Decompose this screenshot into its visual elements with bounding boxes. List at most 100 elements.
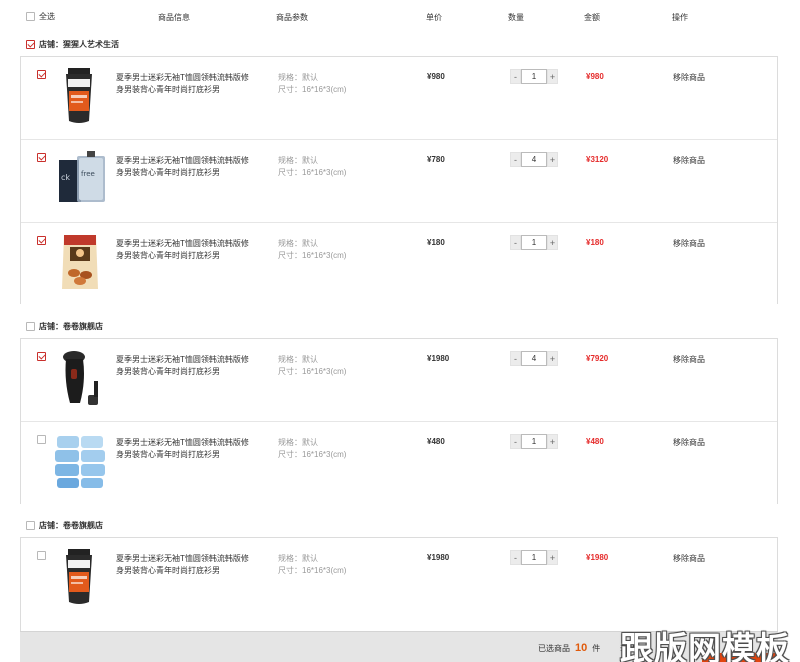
item-spec: 规格：默认 尺寸：16*16*3(cm) [278, 354, 346, 378]
cart-item: 夏季男士迷彩无袖T恤圆领韩流韩版修身男装背心青年时尚打底衫男 规格：默认 尺寸：… [21, 538, 777, 621]
qty-input[interactable]: 4 [521, 351, 547, 366]
col-info-header: 商品信息 [158, 13, 190, 22]
qty-minus-button[interactable]: - [510, 152, 521, 167]
item-spec-dim: 尺寸：16*16*3(cm) [278, 566, 347, 575]
item-spec: 规格：默认 尺寸：16*16*3(cm) [278, 553, 346, 577]
selected-prefix: 已选商品 [538, 644, 570, 653]
item-spec-size: 规格：默认 [278, 73, 318, 82]
shop-name: 店铺：猩猩人艺术生活 [39, 40, 119, 49]
item-spec: 规格：默认 尺寸：16*16*3(cm) [278, 437, 346, 461]
col-amount-header: 金额 [584, 13, 600, 22]
item-checkbox[interactable] [37, 435, 46, 444]
svg-text:free: free [81, 170, 95, 178]
svg-text:ck: ck [61, 173, 70, 182]
item-spec-dim: 尺寸：16*16*3(cm) [278, 367, 347, 376]
cart-item: 夏季男士迷彩无袖T恤圆领韩流韩版修身男装背心青年时尚打底衫男 规格：默认 尺寸：… [21, 422, 777, 505]
qty-input[interactable]: 1 [521, 550, 547, 565]
qty-plus-button[interactable]: + [547, 550, 558, 565]
item-checkbox[interactable] [37, 70, 46, 79]
shop-group: 夏季男士迷彩无袖T恤圆领韩流韩版修身男装背心青年时尚打底衫男 规格：默认 尺寸：… [20, 338, 778, 505]
shop-checkbox[interactable] [26, 521, 35, 530]
item-checkbox[interactable] [37, 551, 46, 560]
cart-item: 夏季男士迷彩无袖T恤圆领韩流韩版修身男装背心青年时尚打底衫男 规格：默认 尺寸：… [21, 57, 777, 140]
qty-plus-button[interactable]: + [547, 434, 558, 449]
col-params-header: 商品参数 [276, 13, 308, 22]
col-op-header: 操作 [672, 13, 688, 22]
quantity-stepper: - 1 + [510, 434, 558, 449]
qty-input[interactable]: 1 [521, 434, 547, 449]
qty-input[interactable]: 1 [521, 235, 547, 250]
face-wash-tube-icon[interactable] [56, 65, 104, 127]
item-title[interactable]: 夏季男士迷彩无袖T恤圆领韩流韩版修身男装背心青年时尚打底衫男 [116, 437, 251, 461]
cart-item: ck free 夏季男士迷彩无袖T恤圆领韩流韩版修身男装背心青年时尚打底衫男 规… [21, 140, 777, 223]
shop-checkbox[interactable] [26, 40, 35, 49]
shop-header[interactable]: 店铺：猩猩人艺术生活 [26, 39, 119, 50]
cart-item: 夏季男士迷彩无袖T恤圆领韩流韩版修身男装背心青年时尚打底衫男 规格：默认 尺寸：… [21, 339, 777, 422]
item-spec: 规格：默认 尺寸：16*16*3(cm) [278, 238, 346, 262]
watermark-logo: 跟版网模板 [620, 629, 790, 662]
item-price: ¥480 [427, 437, 445, 446]
item-title[interactable]: 夏季男士迷彩无袖T恤圆领韩流韩版修身男装背心青年时尚打底衫男 [116, 238, 251, 262]
quantity-stepper: - 1 + [510, 550, 558, 565]
cart-item: 夏季男士迷彩无袖T恤圆领韩流韩版修身男装背心青年时尚打底衫男 规格：默认 尺寸：… [21, 223, 777, 306]
quantity-stepper: - 4 + [510, 152, 558, 167]
remove-item-link[interactable]: 移除商品 [673, 553, 705, 564]
col-qty-header: 数量 [508, 13, 524, 22]
item-price: ¥1980 [427, 553, 450, 562]
selected-suffix: 件 [592, 644, 601, 653]
item-amount: ¥180 [586, 238, 604, 247]
remove-item-link[interactable]: 移除商品 [673, 354, 705, 365]
quantity-stepper: - 4 + [510, 351, 558, 366]
snack-bag-icon[interactable] [56, 231, 104, 293]
item-spec: 规格：默认 尺寸：16*16*3(cm) [278, 155, 346, 179]
item-checkbox[interactable] [37, 153, 46, 162]
qty-minus-button[interactable]: - [510, 550, 521, 565]
qty-plus-button[interactable]: + [547, 351, 558, 366]
item-spec-size: 规格：默认 [278, 355, 318, 364]
qty-input[interactable]: 4 [521, 152, 547, 167]
item-title[interactable]: 夏季男士迷彩无袖T恤圆领韩流韩版修身男装背心青年时尚打底衫男 [116, 553, 251, 577]
qty-minus-button[interactable]: - [510, 235, 521, 250]
qty-minus-button[interactable]: - [510, 69, 521, 84]
electric-shaver-icon[interactable] [56, 347, 108, 409]
perfume-bottle-icon[interactable]: ck free [57, 148, 109, 210]
shop-name: 店铺：卷卷旗舰店 [39, 322, 103, 331]
item-title[interactable]: 夏季男士迷彩无袖T恤圆领韩流韩版修身男装背心青年时尚打底衫男 [116, 354, 251, 378]
shop-group: 夏季男士迷彩无袖T恤圆领韩流韩版修身男装背心青年时尚打底衫男 规格：默认 尺寸：… [20, 56, 778, 306]
item-amount: ¥1980 [586, 553, 609, 562]
item-spec-dim: 尺寸：16*16*3(cm) [278, 251, 347, 260]
remove-item-link[interactable]: 移除商品 [673, 155, 705, 166]
select-all[interactable]: 全选 [26, 11, 55, 22]
item-checkbox[interactable] [37, 236, 46, 245]
face-wash-tube-icon[interactable] [56, 546, 104, 608]
item-spec-size: 规格：默认 [278, 156, 318, 165]
shop-header[interactable]: 店铺：卷卷旗舰店 [26, 321, 103, 332]
shop-group: 夏季男士迷彩无袖T恤圆领韩流韩版修身男装背心青年时尚打底衫男 规格：默认 尺寸：… [20, 537, 778, 633]
item-title[interactable]: 夏季男士迷彩无袖T恤圆领韩流韩版修身男装背心青年时尚打底衫男 [116, 72, 251, 96]
shop-header[interactable]: 店铺：卷卷旗舰店 [26, 520, 103, 531]
qty-plus-button[interactable]: + [547, 152, 558, 167]
qty-plus-button[interactable]: + [547, 69, 558, 84]
remove-item-link[interactable]: 移除商品 [673, 437, 705, 448]
remove-item-link[interactable]: 移除商品 [673, 238, 705, 249]
item-title[interactable]: 夏季男士迷彩无袖T恤圆领韩流韩版修身男装背心青年时尚打底衫男 [116, 155, 251, 179]
cart-header: 全选 商品信息 商品参数 单价 数量 金额 操作 [0, 0, 800, 34]
qty-minus-button[interactable]: - [510, 434, 521, 449]
item-checkbox[interactable] [37, 352, 46, 361]
item-amount: ¥480 [586, 437, 604, 446]
shop-name: 店铺：卷卷旗舰店 [39, 521, 103, 530]
item-price: ¥980 [427, 72, 445, 81]
col-price-header: 单价 [426, 13, 442, 22]
remove-item-link[interactable]: 移除商品 [673, 72, 705, 83]
qty-plus-button[interactable]: + [547, 235, 558, 250]
selected-number: 10 [575, 642, 588, 654]
wet-wipes-icon[interactable] [53, 430, 109, 492]
shop-checkbox[interactable] [26, 322, 35, 331]
qty-minus-button[interactable]: - [510, 351, 521, 366]
select-all-checkbox[interactable] [26, 12, 35, 21]
item-price: ¥1980 [427, 354, 450, 363]
qty-input[interactable]: 1 [521, 69, 547, 84]
select-all-label: 全选 [39, 12, 55, 21]
item-price: ¥180 [427, 238, 445, 247]
item-spec-size: 规格：默认 [278, 239, 318, 248]
